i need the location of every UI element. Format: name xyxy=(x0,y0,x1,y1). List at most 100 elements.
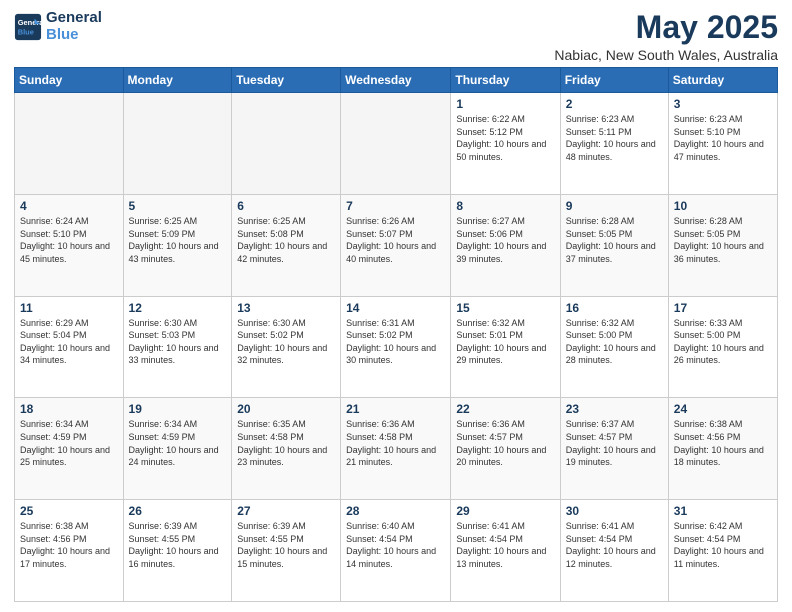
table-row xyxy=(341,93,451,195)
day-number: 21 xyxy=(346,402,445,416)
day-number: 11 xyxy=(20,301,118,315)
table-row: 13Sunrise: 6:30 AM Sunset: 5:02 PM Dayli… xyxy=(232,296,341,398)
table-row: 1 Sunrise: 6:22 AM Sunset: 5:12 PM Daylig… xyxy=(451,93,560,195)
day-number: 2 xyxy=(566,97,663,111)
table-row xyxy=(232,93,341,195)
table-row: 29 Sunrise: 6:41 AM Sunset: 4:54 PM Dayli… xyxy=(451,500,560,602)
table-row: 27 Sunrise: 6:39 AM Sunset: 4:55 PM Dayli… xyxy=(232,500,341,602)
table-row: 12 Sunrise: 6:30 AM Sunset: 5:03 PM Dayli… xyxy=(123,296,232,398)
day-info: Sunrise: 6:24 AM Sunset: 5:10 PM Dayligh… xyxy=(20,215,118,265)
table-row: 30Sunrise: 6:41 AM Sunset: 4:54 PM Dayli… xyxy=(560,500,668,602)
page: General Blue General Blue May 2025 Nabia… xyxy=(0,0,792,612)
day-info: Sunrise: 6:31 AM Sunset: 5:02 PM Dayligh… xyxy=(346,317,445,367)
day-number: 8 xyxy=(456,199,554,213)
day-number: 12 xyxy=(129,301,227,315)
table-row: 16Sunrise: 6:32 AM Sunset: 5:00 PM Dayli… xyxy=(560,296,668,398)
day-number: 17 xyxy=(674,301,772,315)
logo-line2: Blue xyxy=(46,27,102,44)
table-row: 11 Sunrise: 6:29 AM Sunset: 5:04 PM Dayli… xyxy=(15,296,124,398)
calendar-week-row: 11 Sunrise: 6:29 AM Sunset: 5:04 PM Dayli… xyxy=(15,296,778,398)
day-info: Sunrise: 6:29 AM Sunset: 5:04 PM Dayligh… xyxy=(20,317,118,367)
table-row: 8 Sunrise: 6:27 AM Sunset: 5:06 PM Daylig… xyxy=(451,194,560,296)
logo-text: General Blue xyxy=(46,10,102,43)
day-info: Sunrise: 6:25 AM Sunset: 5:09 PM Dayligh… xyxy=(129,215,227,265)
table-row: 9 Sunrise: 6:28 AM Sunset: 5:05 PM Daylig… xyxy=(560,194,668,296)
day-number: 10 xyxy=(674,199,772,213)
main-title: May 2025 xyxy=(554,10,778,45)
day-info: Sunrise: 6:28 AM Sunset: 5:05 PM Dayligh… xyxy=(674,215,772,265)
day-info: Sunrise: 6:27 AM Sunset: 5:06 PM Dayligh… xyxy=(456,215,554,265)
day-info: Sunrise: 6:38 AM Sunset: 4:56 PM Dayligh… xyxy=(20,520,118,570)
col-tuesday: Tuesday xyxy=(232,68,341,93)
table-row: 6 Sunrise: 6:25 AM Sunset: 5:08 PM Daylig… xyxy=(232,194,341,296)
day-number: 27 xyxy=(237,504,335,518)
day-number: 14 xyxy=(346,301,445,315)
day-number: 18 xyxy=(20,402,118,416)
calendar-header-row: Sunday Monday Tuesday Wednesday Thursday… xyxy=(15,68,778,93)
day-info: Sunrise: 6:25 AM Sunset: 5:08 PM Dayligh… xyxy=(237,215,335,265)
day-number: 20 xyxy=(237,402,335,416)
calendar-table: Sunday Monday Tuesday Wednesday Thursday… xyxy=(14,67,778,602)
table-row: 3 Sunrise: 6:23 AM Sunset: 5:10 PM Daylig… xyxy=(668,93,777,195)
table-row xyxy=(15,93,124,195)
day-info: Sunrise: 6:32 AM Sunset: 5:00 PM Dayligh… xyxy=(566,317,663,367)
day-info: Sunrise: 6:36 AM Sunset: 4:57 PM Dayligh… xyxy=(456,418,554,468)
col-sunday: Sunday xyxy=(15,68,124,93)
day-number: 29 xyxy=(456,504,554,518)
day-number: 9 xyxy=(566,199,663,213)
table-row: 23 Sunrise: 6:37 AM Sunset: 4:57 PM Dayli… xyxy=(560,398,668,500)
logo: General Blue General Blue xyxy=(14,10,102,43)
col-wednesday: Wednesday xyxy=(341,68,451,93)
day-number: 19 xyxy=(129,402,227,416)
calendar-week-row: 4 Sunrise: 6:24 AM Sunset: 5:10 PM Daylig… xyxy=(15,194,778,296)
day-number: 25 xyxy=(20,504,118,518)
day-number: 6 xyxy=(237,199,335,213)
table-row: 25 Sunrise: 6:38 AM Sunset: 4:56 PM Dayli… xyxy=(15,500,124,602)
table-row: 24Sunrise: 6:38 AM Sunset: 4:56 PM Dayli… xyxy=(668,398,777,500)
day-number: 4 xyxy=(20,199,118,213)
calendar-week-row: 25 Sunrise: 6:38 AM Sunset: 4:56 PM Dayli… xyxy=(15,500,778,602)
table-row: 31Sunrise: 6:42 AM Sunset: 4:54 PM Dayli… xyxy=(668,500,777,602)
table-row: 17Sunrise: 6:33 AM Sunset: 5:00 PM Dayli… xyxy=(668,296,777,398)
table-row: 10 Sunrise: 6:28 AM Sunset: 5:05 PM Dayli… xyxy=(668,194,777,296)
day-number: 15 xyxy=(456,301,554,315)
col-friday: Friday xyxy=(560,68,668,93)
table-row: 19 Sunrise: 6:34 AM Sunset: 4:59 PM Dayli… xyxy=(123,398,232,500)
table-row: 5Sunrise: 6:25 AM Sunset: 5:09 PM Daylig… xyxy=(123,194,232,296)
col-monday: Monday xyxy=(123,68,232,93)
calendar-week-row: 1 Sunrise: 6:22 AM Sunset: 5:12 PM Daylig… xyxy=(15,93,778,195)
logo-line1: General xyxy=(46,10,102,27)
day-info: Sunrise: 6:37 AM Sunset: 4:57 PM Dayligh… xyxy=(566,418,663,468)
day-info: Sunrise: 6:32 AM Sunset: 5:01 PM Dayligh… xyxy=(456,317,554,367)
day-info: Sunrise: 6:22 AM Sunset: 5:12 PM Dayligh… xyxy=(456,113,554,163)
day-info: Sunrise: 6:41 AM Sunset: 4:54 PM Dayligh… xyxy=(456,520,554,570)
day-info: Sunrise: 6:26 AM Sunset: 5:07 PM Dayligh… xyxy=(346,215,445,265)
day-info: Sunrise: 6:34 AM Sunset: 4:59 PM Dayligh… xyxy=(129,418,227,468)
day-info: Sunrise: 6:36 AM Sunset: 4:58 PM Dayligh… xyxy=(346,418,445,468)
day-info: Sunrise: 6:35 AM Sunset: 4:58 PM Dayligh… xyxy=(237,418,335,468)
day-number: 24 xyxy=(674,402,772,416)
title-area: May 2025 Nabiac, New South Wales, Austra… xyxy=(554,10,778,63)
day-number: 1 xyxy=(456,97,554,111)
day-number: 7 xyxy=(346,199,445,213)
table-row: 20 Sunrise: 6:35 AM Sunset: 4:58 PM Dayli… xyxy=(232,398,341,500)
day-number: 30 xyxy=(566,504,663,518)
day-number: 23 xyxy=(566,402,663,416)
table-row: 15 Sunrise: 6:32 AM Sunset: 5:01 PM Dayli… xyxy=(451,296,560,398)
table-row: 4 Sunrise: 6:24 AM Sunset: 5:10 PM Daylig… xyxy=(15,194,124,296)
table-row: 18Sunrise: 6:34 AM Sunset: 4:59 PM Dayli… xyxy=(15,398,124,500)
day-info: Sunrise: 6:23 AM Sunset: 5:10 PM Dayligh… xyxy=(674,113,772,163)
day-info: Sunrise: 6:42 AM Sunset: 4:54 PM Dayligh… xyxy=(674,520,772,570)
table-row: 21 Sunrise: 6:36 AM Sunset: 4:58 PM Dayli… xyxy=(341,398,451,500)
day-number: 28 xyxy=(346,504,445,518)
day-info: Sunrise: 6:28 AM Sunset: 5:05 PM Dayligh… xyxy=(566,215,663,265)
day-info: Sunrise: 6:39 AM Sunset: 4:55 PM Dayligh… xyxy=(237,520,335,570)
day-number: 13 xyxy=(237,301,335,315)
col-thursday: Thursday xyxy=(451,68,560,93)
col-saturday: Saturday xyxy=(668,68,777,93)
day-info: Sunrise: 6:23 AM Sunset: 5:11 PM Dayligh… xyxy=(566,113,663,163)
table-row: 2 Sunrise: 6:23 AM Sunset: 5:11 PM Daylig… xyxy=(560,93,668,195)
day-number: 3 xyxy=(674,97,772,111)
logo-icon: General Blue xyxy=(14,13,42,41)
day-info: Sunrise: 6:30 AM Sunset: 5:03 PM Dayligh… xyxy=(129,317,227,367)
